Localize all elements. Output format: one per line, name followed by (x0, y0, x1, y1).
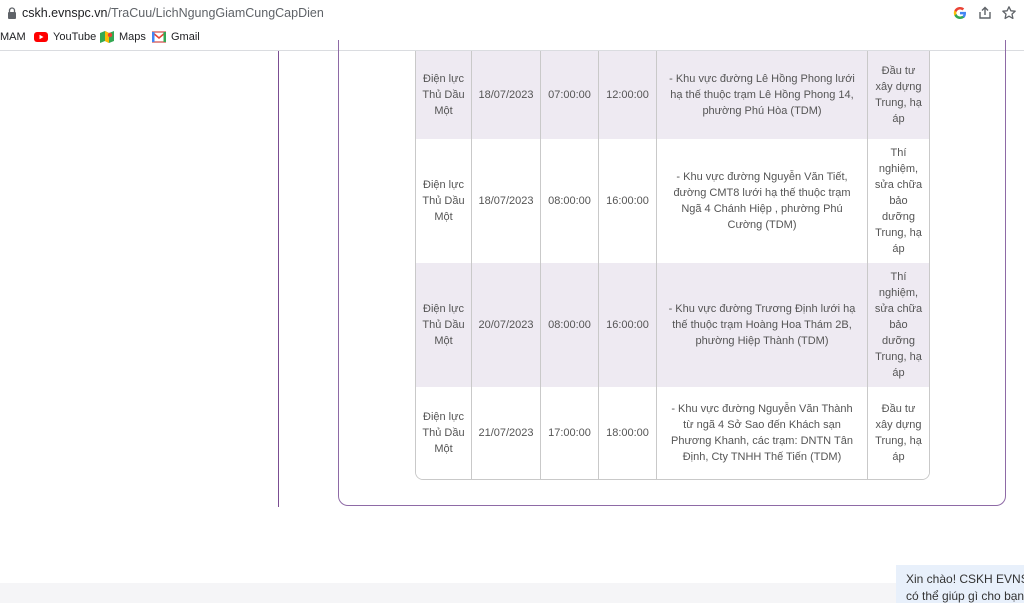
cell-date: 21/07/2023 (472, 387, 541, 479)
url-text[interactable]: cskh.evnspc.vn/TraCuu/LichNgungGiamCungC… (22, 6, 324, 20)
gmail-icon (152, 31, 166, 43)
sidebar-divider (278, 51, 279, 507)
cell-end-time: 16:00:00 (599, 263, 657, 387)
cell-area: - Khu vực đường Nguyễn Văn Tiết, đường C… (657, 139, 868, 263)
cell-start-time: 08:00:00 (541, 139, 599, 263)
cell-reason: Thí nghiệm, sửa chữa bảo dưỡng Trung, hạ… (874, 271, 923, 379)
bookmark-maps[interactable]: Maps (100, 31, 146, 43)
chat-widget-bubble[interactable]: Xin chào! CSKH EVNSPC có thể giúp gì cho… (896, 565, 1024, 603)
cell-reason: Đầu tư xây dựng Trung, hạ áp (875, 403, 922, 463)
chat-greeting-line-1: Xin chào! CSKH EVNSPC (906, 572, 1024, 586)
cell-area: - Khu vực đường Nguyễn Văn Thành từ ngã … (657, 387, 868, 479)
bookmark-gmail[interactable]: Gmail (152, 31, 200, 43)
cell-reason: Đầu tư xây dựng Trung, hạ áp (875, 65, 922, 125)
cell-date: 20/07/2023 (472, 263, 541, 387)
cell-unit: Điện lực Thủ Dầu Một (416, 387, 472, 479)
cell-end-time: 12:00:00 (599, 51, 657, 139)
cell-end-time: 16:00:00 (599, 139, 657, 263)
cell-start-time: 17:00:00 (541, 387, 599, 479)
cell-end-time: 18:00:00 (599, 387, 657, 479)
bookmark-mam[interactable]: MAM (0, 31, 26, 43)
table-row: Điện lực Thủ Dầu Một 20/07/2023 08:00:00… (416, 263, 929, 387)
share-icon[interactable] (977, 5, 993, 21)
cell-area: - Khu vực đường Lê Hồng Phong lưới hạ th… (657, 51, 868, 139)
maps-icon (100, 31, 114, 43)
cell-date: 18/07/2023 (472, 139, 541, 263)
table-row: Điện lực Thủ Dầu Một 21/07/2023 17:00:00… (416, 387, 929, 479)
cell-date: 18/07/2023 (472, 51, 541, 139)
table-row: Điện lực Thủ Dầu Một 18/07/2023 08:00:00… (416, 139, 929, 263)
page-footer (0, 583, 1024, 603)
youtube-icon (34, 32, 48, 42)
lock-icon (8, 7, 16, 19)
cell-unit: Điện lực Thủ Dầu Một (416, 263, 472, 387)
outage-schedule-table: Điện lực Thủ Dầu Một 18/07/2023 07:00:00… (415, 51, 930, 480)
cell-start-time: 07:00:00 (541, 51, 599, 139)
cell-area: - Khu vực đường Trương Định lưới hạ thế … (657, 263, 868, 387)
google-icon[interactable] (952, 5, 968, 21)
table-row: Điện lực Thủ Dầu Một 18/07/2023 07:00:00… (416, 51, 929, 139)
cell-reason: Thí nghiệm, sửa chữa bảo dưỡng Trung, hạ… (874, 147, 923, 255)
bookmark-star-icon[interactable] (1001, 5, 1017, 21)
chat-greeting-line-2: có thể giúp gì cho bạn? (906, 589, 1024, 603)
address-bar[interactable]: cskh.evnspc.vn/TraCuu/LichNgungGiamCungC… (0, 0, 1024, 27)
cell-unit: Điện lực Thủ Dầu Một (416, 139, 472, 263)
bookmark-youtube[interactable]: YouTube (34, 31, 96, 43)
cell-start-time: 08:00:00 (541, 263, 599, 387)
cell-unit: Điện lực Thủ Dầu Một (416, 51, 472, 139)
